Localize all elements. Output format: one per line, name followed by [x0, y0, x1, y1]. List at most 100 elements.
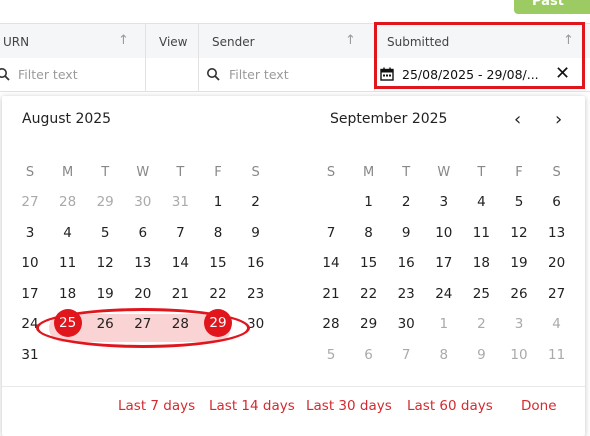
- search-icon: [0, 68, 10, 81]
- september-day-cell[interactable]: 16: [391, 255, 421, 271]
- september-day-cell[interactable]: 18: [466, 255, 496, 271]
- submitted-date-range-input[interactable]: 25/08/2025 - 29/08/...: [380, 62, 580, 86]
- september-day-cell[interactable]: 5: [316, 347, 346, 363]
- august-weekday-label: S: [251, 165, 260, 180]
- august-day-cell[interactable]: 16: [241, 255, 271, 271]
- september-day-cell[interactable]: 14: [316, 255, 346, 271]
- september-day-cell[interactable]: 9: [391, 225, 421, 241]
- september-day-cell[interactable]: 7: [391, 347, 421, 363]
- september-day-cell[interactable]: 9: [466, 347, 496, 363]
- column-header-view[interactable]: View: [159, 24, 187, 59]
- preset-last-60-days[interactable]: Last 60 days: [407, 398, 493, 414]
- august-day-cell[interactable]: 22: [203, 286, 233, 302]
- september-day-cell[interactable]: 4: [466, 194, 496, 210]
- august-day-cell[interactable]: 10: [15, 255, 45, 271]
- september-day-cell[interactable]: 8: [429, 347, 459, 363]
- august-day-cell[interactable]: 31: [165, 194, 195, 210]
- september-day-cell[interactable]: 5: [504, 194, 534, 210]
- september-day-cell[interactable]: 13: [542, 225, 572, 241]
- range-annotation-ring: [36, 308, 250, 348]
- september-day-cell[interactable]: 27: [542, 286, 572, 302]
- preset-last-7-days[interactable]: Last 7 days: [118, 398, 195, 414]
- august-day-cell[interactable]: 9: [241, 225, 271, 241]
- urn-header-label: URN: [3, 34, 30, 49]
- done-button[interactable]: Done: [521, 398, 557, 414]
- september-day-cell[interactable]: 11: [466, 225, 496, 241]
- august-day-cell[interactable]: 11: [53, 255, 83, 271]
- september-day-cell[interactable]: 24: [429, 286, 459, 302]
- september-day-cell[interactable]: 2: [391, 194, 421, 210]
- august-day-cell[interactable]: 1: [203, 194, 233, 210]
- september-day-cell[interactable]: 20: [542, 255, 572, 271]
- urn-filter-input[interactable]: Filter text: [18, 58, 78, 91]
- sender-filter-input[interactable]: Filter text: [229, 58, 289, 91]
- september-day-cell[interactable]: 8: [354, 225, 384, 241]
- urn-filter-placeholder: Filter text: [18, 67, 78, 82]
- past-button[interactable]: Past: [514, 0, 590, 14]
- september-day-cell[interactable]: 26: [504, 286, 534, 302]
- september-weekday-label: W: [437, 165, 451, 180]
- september-day-cell[interactable]: 25: [466, 286, 496, 302]
- urn-sort-arrow-icon[interactable]: ↑: [118, 33, 129, 48]
- september-day-cell[interactable]: 3: [429, 194, 459, 210]
- left-month-title: August 2025: [22, 111, 112, 127]
- august-day-cell[interactable]: 20: [128, 286, 158, 302]
- september-day-cell[interactable]: 10: [504, 347, 534, 363]
- september-day-cell[interactable]: 4: [542, 316, 572, 332]
- september-day-cell[interactable]: 30: [391, 316, 421, 332]
- prev-month-chevron-icon[interactable]: ‹: [514, 109, 521, 130]
- august-day-cell[interactable]: 19: [90, 286, 120, 302]
- calendar-icon[interactable]: [380, 67, 394, 81]
- august-day-cell[interactable]: 4: [53, 225, 83, 241]
- september-day-cell[interactable]: 3: [504, 316, 534, 332]
- september-day-cell[interactable]: 17: [429, 255, 459, 271]
- september-day-cell[interactable]: 15: [354, 255, 384, 271]
- august-day-cell[interactable]: 8: [203, 225, 233, 241]
- august-day-cell[interactable]: 27: [15, 194, 45, 210]
- august-day-cell[interactable]: 31: [15, 347, 45, 363]
- column-divider: [145, 24, 146, 59]
- september-day-cell[interactable]: 23: [391, 286, 421, 302]
- august-day-cell[interactable]: 5: [90, 225, 120, 241]
- preset-last-14-days[interactable]: Last 14 days: [209, 398, 295, 414]
- august-day-cell[interactable]: 3: [15, 225, 45, 241]
- september-day-cell[interactable]: 11: [542, 347, 572, 363]
- clear-date-close-icon[interactable]: ✕: [555, 64, 570, 84]
- next-month-chevron-icon[interactable]: ›: [555, 109, 562, 130]
- august-day-cell[interactable]: 12: [90, 255, 120, 271]
- september-day-cell[interactable]: 22: [354, 286, 384, 302]
- august-day-cell[interactable]: 2: [241, 194, 271, 210]
- august-day-cell[interactable]: 28: [53, 194, 83, 210]
- august-weekday-label: M: [61, 165, 74, 180]
- column-header-sender[interactable]: Sender: [212, 24, 255, 59]
- august-day-cell[interactable]: 7: [165, 225, 195, 241]
- sender-sort-arrow-icon[interactable]: ↑: [345, 33, 356, 48]
- august-day-cell[interactable]: 18: [53, 286, 83, 302]
- august-day-cell[interactable]: 13: [128, 255, 158, 271]
- august-day-cell[interactable]: 17: [15, 286, 45, 302]
- september-weekday-label: T: [477, 165, 486, 180]
- august-day-cell[interactable]: 15: [203, 255, 233, 271]
- september-day-cell[interactable]: 10: [429, 225, 459, 241]
- august-day-cell[interactable]: 6: [128, 225, 158, 241]
- august-day-cell[interactable]: 23: [241, 286, 271, 302]
- september-day-cell[interactable]: 6: [354, 347, 384, 363]
- august-day-cell[interactable]: 30: [128, 194, 158, 210]
- september-day-cell[interactable]: 2: [466, 316, 496, 332]
- september-day-cell[interactable]: 1: [429, 316, 459, 332]
- september-day-cell[interactable]: 1: [354, 194, 384, 210]
- preset-last-30-days[interactable]: Last 30 days: [306, 398, 392, 414]
- september-day-cell[interactable]: 6: [542, 194, 572, 210]
- september-day-cell[interactable]: 19: [504, 255, 534, 271]
- september-day-cell[interactable]: 28: [316, 316, 346, 332]
- view-header-label: View: [159, 34, 188, 49]
- september-day-cell[interactable]: 21: [316, 286, 346, 302]
- august-weekday-label: T: [176, 165, 185, 180]
- august-day-cell[interactable]: 21: [165, 286, 195, 302]
- august-day-cell[interactable]: 14: [165, 255, 195, 271]
- column-header-urn[interactable]: URN: [3, 24, 29, 59]
- september-day-cell[interactable]: 7: [316, 225, 346, 241]
- september-day-cell[interactable]: 29: [354, 316, 384, 332]
- august-day-cell[interactable]: 29: [90, 194, 120, 210]
- september-day-cell[interactable]: 12: [504, 225, 534, 241]
